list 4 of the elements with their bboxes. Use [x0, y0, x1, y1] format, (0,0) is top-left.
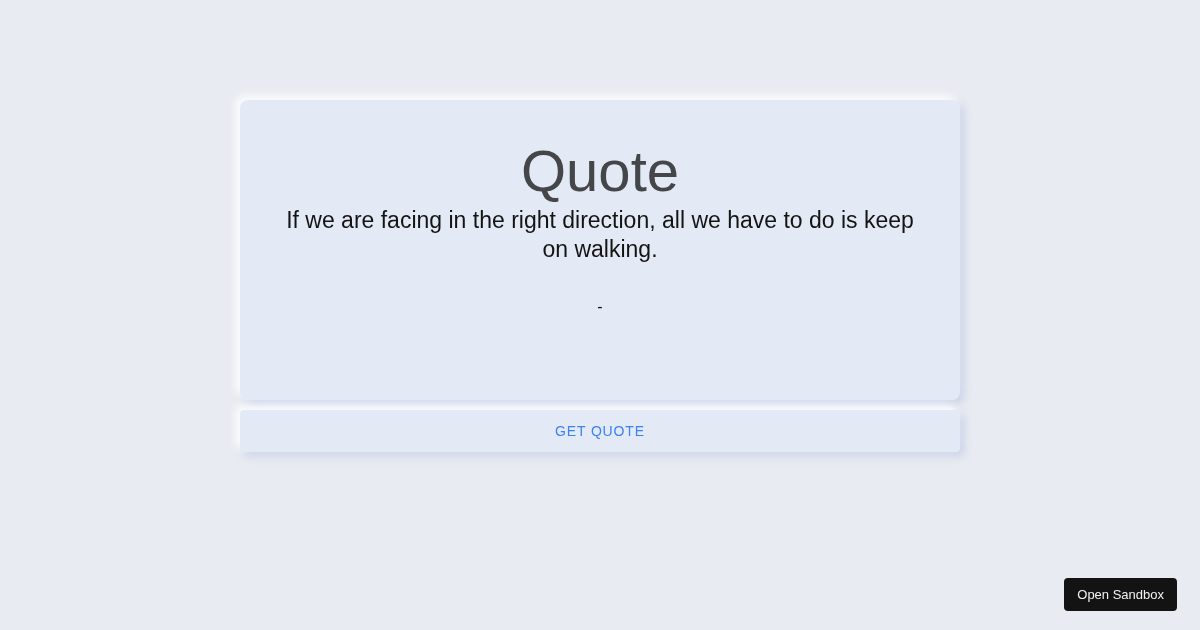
quote-text: If we are facing in the right direction, all we have to do is keep on walking.: [285, 206, 915, 264]
open-sandbox-button[interactable]: Open Sandbox: [1064, 578, 1177, 611]
quote-title: Quote: [521, 138, 679, 204]
quote-author: -: [597, 297, 603, 317]
